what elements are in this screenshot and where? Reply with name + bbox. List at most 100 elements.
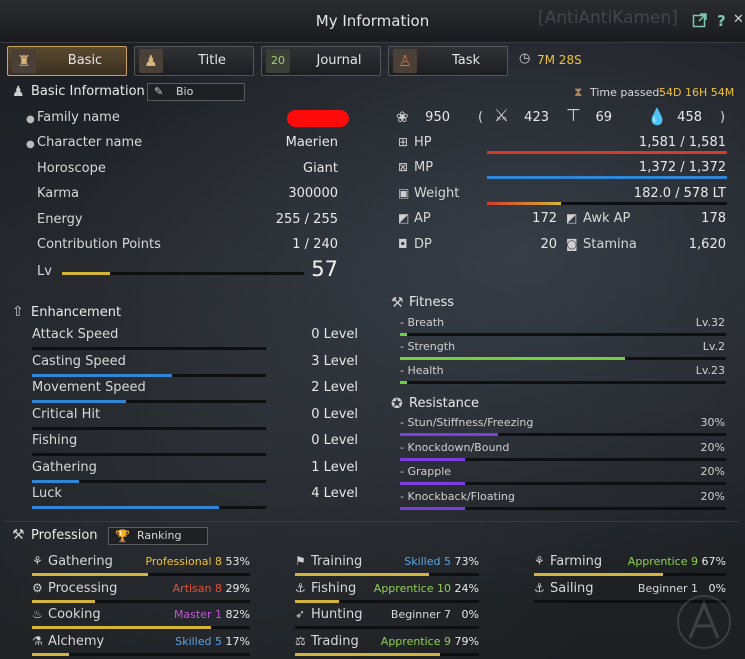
hourglass-icon: ⧗ bbox=[574, 85, 583, 99]
profession-cooking-rank: Master 1 bbox=[173, 608, 222, 621]
enhancement-critical-hit-label: Critical Hit bbox=[32, 406, 101, 422]
ap-label: AP bbox=[414, 211, 431, 226]
tab-journal[interactable]: 20 Journal bbox=[261, 46, 381, 76]
enhancement-attack-speed-label: Attack Speed bbox=[32, 327, 119, 342]
profession-alchemy-percent: 17% bbox=[225, 634, 250, 648]
up-arrow-icon: ⇧ bbox=[12, 304, 24, 320]
close-icon[interactable]: ✕ bbox=[733, 12, 744, 27]
bio-button[interactable]: ✎ Bio bbox=[147, 83, 245, 101]
stamina-value: 1,620 bbox=[688, 237, 726, 252]
resistance-knockdown-bound-label: - Knockdown/Bound bbox=[400, 440, 510, 454]
stamina-label: Stamina bbox=[583, 237, 637, 252]
bio-button-label: Bio bbox=[176, 85, 194, 98]
profession-trading-rank: Apprentice 9 bbox=[380, 634, 451, 648]
hp-bar-fill bbox=[487, 151, 727, 154]
tab-basic[interactable]: ♜ Basic bbox=[7, 46, 127, 76]
profession-fishing-bar bbox=[295, 599, 479, 603]
resistance-knockback-floating-value: 20% bbox=[700, 489, 725, 503]
profession-fishing-percent: 24% bbox=[454, 581, 479, 595]
karma-label: Karma bbox=[37, 186, 80, 201]
profession-sailing-rank: Beginner 1 bbox=[637, 581, 698, 595]
resistance-stun-stiffness-freezing-bar-fill bbox=[400, 433, 498, 436]
mp-label: MP bbox=[414, 160, 434, 175]
fitness-breath-level: Lv.32 bbox=[695, 316, 725, 329]
time-passed-value: 54D 16H 54M bbox=[659, 86, 735, 99]
ap-value: 172 bbox=[532, 211, 557, 226]
bullet-icon: ● bbox=[26, 139, 35, 150]
profession-hunting-bar bbox=[295, 626, 479, 629]
enhancement-movement-speed-label: Movement Speed bbox=[32, 380, 146, 395]
enhancement-casting-speed-value: 3 Level bbox=[311, 353, 358, 369]
profession-gathering-percent: 53% bbox=[225, 555, 250, 568]
ap-total: 423 bbox=[524, 110, 549, 125]
awk-ap-value: 178 bbox=[701, 211, 726, 226]
mp-bar-fill bbox=[487, 176, 727, 179]
profession-gathering-rank: Professional 8 bbox=[145, 555, 222, 568]
tab-title[interactable]: ♟ Title bbox=[134, 46, 254, 76]
character-name-value: Maerien bbox=[285, 135, 338, 150]
level-progress-fill bbox=[62, 272, 111, 275]
enhancement-critical-hit-value: 0 Level bbox=[311, 406, 358, 422]
profession-processing-bar-fill bbox=[32, 599, 96, 603]
level-value: 57 bbox=[311, 257, 338, 281]
profession-trading-bar bbox=[295, 652, 479, 656]
fitness-breath-bar bbox=[400, 333, 726, 336]
resistance-header: Resistance bbox=[409, 396, 480, 411]
tab-title-label: Title bbox=[198, 53, 226, 68]
fitness-health-label: - Health bbox=[400, 364, 444, 377]
profession-farming-bar bbox=[534, 573, 726, 576]
horoscope-label: Horoscope bbox=[37, 161, 106, 176]
tab-journal-label: Journal bbox=[316, 53, 362, 68]
profession-training-rank: Skilled 5 bbox=[404, 555, 451, 568]
weight-bar bbox=[487, 202, 727, 205]
enhancement-header: Enhancement bbox=[31, 305, 122, 320]
ranking-button[interactable]: 🏆 Ranking bbox=[108, 527, 208, 545]
enhancement-gathering-bar-fill bbox=[32, 479, 79, 483]
ap-icon: ◩ bbox=[398, 211, 410, 225]
weight-label: Weight bbox=[414, 186, 460, 201]
profession-hunting-percent: 0% bbox=[461, 608, 479, 621]
fitness-strength-level: Lv.2 bbox=[702, 340, 725, 353]
resistance-knockdown-bound-bar-fill bbox=[400, 457, 466, 461]
dp-label: DP bbox=[414, 237, 432, 252]
resistance-grapple-value: 20% bbox=[700, 465, 725, 478]
resistance-knockback-floating-bar bbox=[400, 506, 726, 510]
profession-cooking-bar bbox=[32, 626, 250, 629]
enhancement-luck-label: Luck bbox=[32, 486, 62, 501]
profession-fishing-rank: Apprentice 10 bbox=[373, 581, 451, 595]
resistance-knockdown-bound-value: 20% bbox=[700, 440, 725, 454]
enhancement-fishing-label: Fishing bbox=[32, 433, 78, 448]
enhancement-attack-speed-value: 0 Level bbox=[311, 327, 358, 342]
family-name-label: Family name bbox=[37, 110, 120, 125]
enhancement-gathering-value: 1 Level bbox=[311, 459, 358, 475]
enhancement-movement-speed-value: 2 Level bbox=[311, 380, 358, 395]
awk-ap-label: Awk AP bbox=[583, 211, 631, 226]
gear-score-icon: ❀ bbox=[396, 108, 409, 126]
enhancement-fishing-bar bbox=[32, 453, 266, 456]
profession-divider bbox=[5, 521, 740, 522]
hp-value: 1,581 / 1,581 bbox=[638, 135, 726, 150]
timer-value: 7M 28S bbox=[537, 53, 582, 67]
gear-score-total: 950 bbox=[425, 110, 450, 125]
resistance-grapple-bar bbox=[400, 482, 726, 485]
level-label: Lv bbox=[37, 264, 52, 279]
character-icon: ♜ bbox=[12, 49, 36, 73]
profession-trading-bar-fill bbox=[295, 652, 441, 656]
profession-farming-percent: 67% bbox=[701, 555, 726, 568]
hp-icon: ⊞ bbox=[398, 135, 409, 149]
resistance-knockback-floating-label: - Knockback/Floating bbox=[400, 489, 515, 503]
energy-label: Energy bbox=[37, 212, 83, 227]
stamina-icon: ◙ bbox=[566, 237, 578, 251]
profession-processing-bar bbox=[32, 599, 250, 603]
help-icon[interactable]: ? bbox=[717, 12, 726, 30]
title-icon: ♟ bbox=[139, 49, 163, 73]
bullet-icon: ● bbox=[26, 114, 35, 125]
resistance-grapple-bar-fill bbox=[400, 482, 466, 485]
external-link-icon[interactable] bbox=[692, 12, 708, 32]
resistance-icon: ✪ bbox=[391, 396, 403, 412]
resistance-stun-stiffness-freezing-bar bbox=[400, 433, 726, 436]
resistance-stun-stiffness-freezing-label: - Stun/Stiffness/Freezing bbox=[400, 416, 534, 429]
time-passed-label: Time passed: bbox=[590, 86, 664, 99]
enhancement-gathering-bar bbox=[32, 479, 266, 483]
tab-task[interactable]: ♙ Task bbox=[388, 46, 508, 76]
